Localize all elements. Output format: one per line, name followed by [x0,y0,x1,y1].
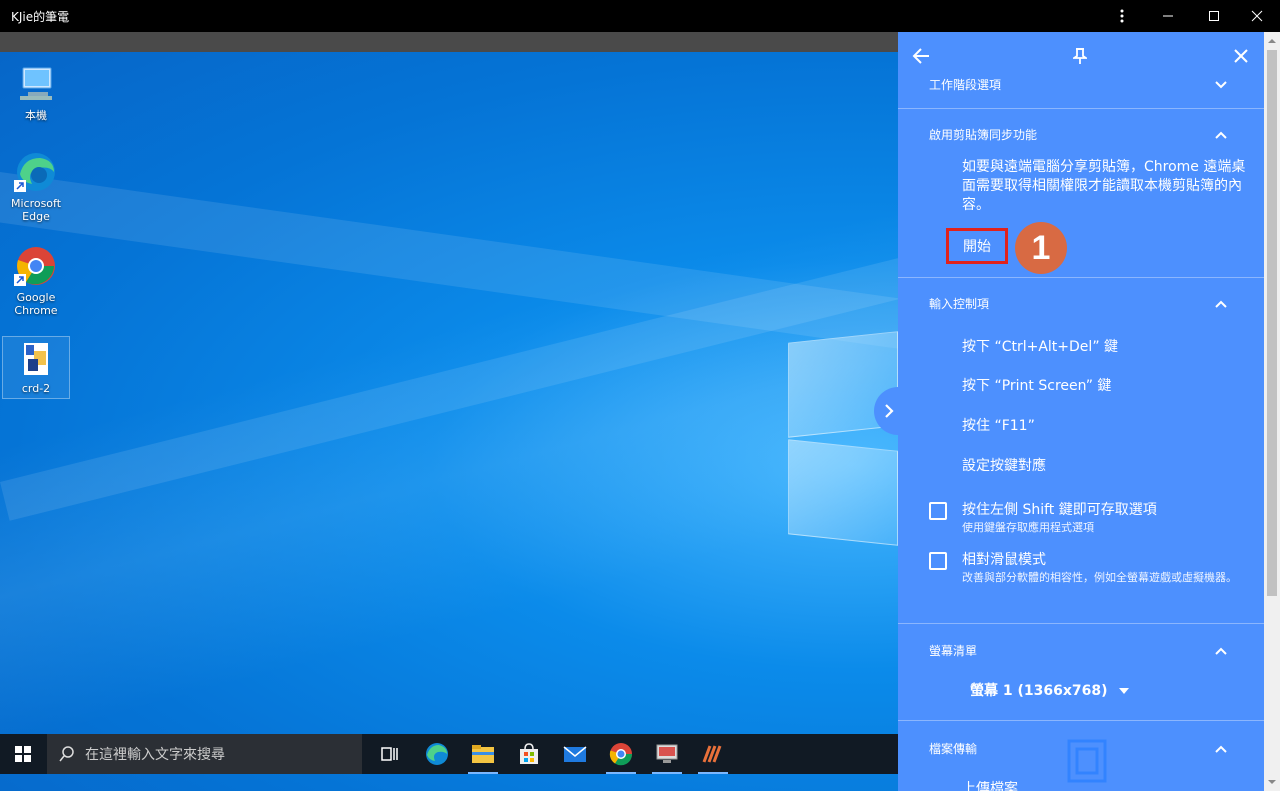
send-ctrl-alt-del-item[interactable]: 按下 “Ctrl+Alt+Del” 鍵 [962,336,1118,356]
section-title-session[interactable]: 工作階段選項 [929,76,1001,93]
taskbar-chrome-icon[interactable] [598,734,644,774]
relative-mouse-checkbox[interactable] [929,552,947,570]
desktop-icon-crd-2[interactable]: crd-2 [2,336,70,399]
start-menu-icon[interactable] [0,734,46,774]
taskbar-store-icon[interactable] [506,734,552,774]
desktop-icon-label: crd-2 [21,382,51,395]
remote-viewport[interactable]: 本機 Microsoft Edge Google Chrome crd-2 在這… [0,32,1264,791]
shift-option-checkbox[interactable] [929,502,947,520]
scroll-down-icon[interactable] [1264,775,1280,789]
chrome-icon [14,244,58,288]
close-panel-icon[interactable] [1227,42,1255,70]
section-title-displays[interactable]: 螢幕清單 [929,642,977,659]
desktop-icon-chrome[interactable]: Google Chrome [2,244,70,317]
relative-mouse-description: 改善與部分軟體的相容性，例如全螢幕遊戲或虛擬機器。 [962,571,1237,584]
desktop-icon-label: 本機 [25,109,47,122]
chevron-right-icon [885,404,894,418]
taskbar-edge-icon[interactable] [414,734,460,774]
desktop-icon-edge[interactable]: Microsoft Edge [2,150,70,223]
section-title-clipboard[interactable]: 啟用剪貼簿同步功能 [929,126,1037,143]
edge-icon [14,150,58,194]
computer-icon [14,62,58,106]
display-select-value: 螢幕 1 (1366x768) [970,683,1108,699]
pin-icon[interactable] [1066,42,1094,70]
chevron-down-icon[interactable] [1213,77,1229,93]
close-window-icon[interactable] [1234,0,1280,32]
watermark-logo [1067,737,1257,785]
section-title-input[interactable]: 輸入控制項 [929,295,989,312]
section-divider [898,108,1264,109]
step-number-badge: 1 [1015,222,1067,274]
back-arrow-icon[interactable] [907,42,935,70]
window-title: KJie的筆電 [11,10,70,24]
taskbar-app-icon[interactable] [690,734,736,774]
search-icon [59,746,74,762]
desktop-icon-label: Google Chrome [14,291,58,317]
section-title-files[interactable]: 檔案傳輸 [929,740,977,757]
minimize-icon[interactable] [1145,0,1191,32]
taskbar-file-explorer-icon[interactable] [460,734,506,774]
taskbar: 在這裡輸入文字來搜尋 [0,734,898,774]
desktop-icon-label: Microsoft Edge [10,197,62,223]
shift-option-description: 使用鍵盤存取應用程式選項 [962,521,1094,534]
scrollbar-thumb[interactable] [1267,50,1277,596]
chevron-up-icon[interactable] [1213,127,1229,143]
windows-wallpaper-logo [788,331,898,547]
relative-mouse-label[interactable]: 相對滑鼠模式 [962,551,1046,570]
send-print-screen-item[interactable]: 按下 “Print Screen” 鍵 [962,375,1111,395]
key-mapping-item[interactable]: 設定按鍵對應 [962,455,1046,475]
maximize-icon[interactable] [1191,0,1237,32]
clipboard-description: 如要與遠端電腦分享剪貼簿，Chrome 遠端桌面需要取得相關權限才能讀取本機剪貼… [962,159,1246,213]
shortcut-file-icon [14,341,58,379]
upload-file-item[interactable]: 上傳檔案 [962,778,1018,791]
taskbar-search-input[interactable]: 在這裡輸入文字來搜尋 [47,734,362,774]
start-button-label: 開始 [963,239,991,255]
options-panel: 工作階段選項 啟用剪貼簿同步功能 如要與遠端電腦分享剪貼簿，Chrome 遠端桌… [898,32,1264,791]
scroll-up-icon[interactable] [1264,34,1280,48]
taskbar-remote-desktop-icon[interactable] [644,734,690,774]
desktop-icon-this-pc[interactable]: 本機 [2,62,70,122]
title-bar: KJie的筆電 [0,0,1280,32]
panel-header [898,32,1264,80]
dropdown-arrow-icon [1119,688,1130,694]
shift-option-label[interactable]: 按住左側 Shift 鍵即可存取選項 [962,501,1157,520]
remote-desktop[interactable]: 本機 Microsoft Edge Google Chrome crd-2 在這… [0,52,1090,791]
clipboard-start-button[interactable]: 開始 [946,228,1008,264]
chevron-up-icon[interactable] [1213,296,1229,312]
window-scrollbar[interactable] [1264,32,1280,791]
search-placeholder: 在這裡輸入文字來搜尋 [85,747,225,763]
display-select[interactable]: 螢幕 1 (1366x768) [970,682,1130,701]
section-divider [898,720,1264,721]
hold-f11-item[interactable]: 按住 “F11” [962,415,1035,435]
taskbar-mail-icon[interactable] [552,734,598,774]
section-divider [898,623,1264,624]
task-view-icon[interactable] [367,734,413,774]
more-options-icon[interactable] [1099,0,1145,32]
chevron-up-icon[interactable] [1213,643,1229,659]
section-divider [898,277,1264,278]
